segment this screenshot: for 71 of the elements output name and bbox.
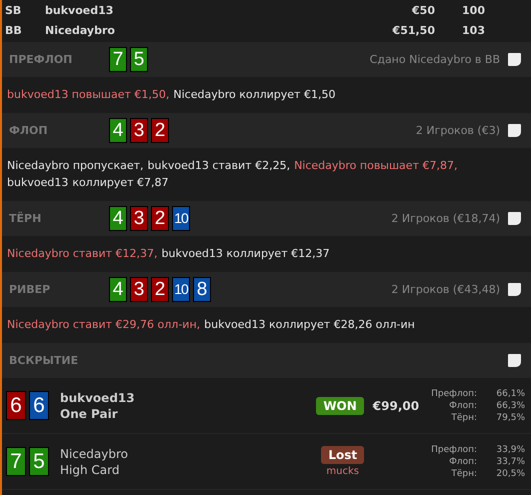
note-icon[interactable] — [508, 53, 521, 66]
action-text: коллирует €7,87 — [72, 175, 169, 191]
hand-rank: One Pair — [60, 406, 119, 422]
playing-card: 2 — [151, 118, 169, 143]
action-text: Nicedaybro пропускает, — [7, 158, 144, 174]
playing-card: 2 — [151, 277, 169, 302]
action-text: bukvoed13 коллирует €28,26 олл-ин — [204, 317, 415, 333]
action-text: Nicedaybro повышает €7,87, — [294, 158, 458, 174]
playing-card: 7 — [109, 47, 127, 72]
player-name: Nicedaybro — [60, 446, 129, 462]
street-title: ФЛОП — [9, 124, 49, 137]
player-name: Nicedaybro — [45, 24, 116, 36]
street-title: ВСКРЫТИЕ — [9, 354, 80, 367]
equity-street: Префлоп: — [431, 444, 477, 456]
player-big-blinds: 100 — [461, 4, 485, 16]
playing-card: 5 — [29, 447, 49, 476]
note-icon[interactable] — [508, 283, 521, 296]
equity-street: Тёрн: — [450, 468, 477, 480]
action-text: bukvoed13 коллирует €12,37 — [162, 246, 330, 262]
playing-card: 4 — [109, 277, 127, 302]
street-title: РИВЕР — [9, 283, 52, 296]
player-position: SB — [5, 4, 22, 16]
player-position: BB — [5, 24, 23, 36]
action-text: bukvoed13 ставит €2,25, — [148, 158, 290, 174]
playing-card: 6 — [6, 391, 26, 420]
equity-value: 66,3% — [495, 400, 525, 412]
playing-card: 10 — [172, 206, 190, 231]
muck-note: mucks — [326, 466, 359, 477]
street-title: ТЁРН — [9, 212, 42, 225]
playing-card: 8 — [193, 277, 211, 302]
playing-card: 4 — [109, 206, 127, 231]
street-info: 2 Игроков (€43,48) — [391, 283, 500, 296]
note-icon[interactable] — [508, 212, 521, 225]
player-stack: €50 — [410, 4, 435, 16]
action-text: bukvoed13 повышает €1,50, — [7, 87, 170, 103]
equity-street: Флоп: — [448, 456, 477, 468]
player-stack: €51,50 — [391, 24, 435, 36]
street-info: Сдано Nicedaybro в BB — [370, 53, 500, 66]
action-text: Nicedaybro ставит €29,76 олл-ин, — [7, 317, 200, 333]
street-info: 2 Игроков (€18,74) — [391, 212, 500, 225]
equity-value: 79,5% — [495, 412, 525, 424]
playing-card: 4 — [109, 118, 127, 143]
note-icon[interactable] — [508, 354, 521, 367]
playing-card: 5 — [130, 47, 148, 72]
action-text: Nicedaybro ставит €12,37, — [7, 246, 158, 262]
playing-card: 3 — [130, 277, 148, 302]
equity-value: 66,1% — [495, 388, 525, 400]
playing-card: 7 — [6, 447, 26, 476]
player-name: bukvoed13 — [60, 390, 136, 406]
equity-value: 33,7% — [495, 456, 525, 468]
win-amount: €99,00 — [372, 398, 420, 412]
player-name: bukvoed13 — [45, 4, 114, 16]
equity-street: Префлоп: — [431, 388, 477, 400]
result-badge: Lost — [321, 446, 364, 464]
playing-card: 3 — [130, 206, 148, 231]
street-title: ПРЕФЛОП — [9, 53, 74, 66]
street-info: 2 Игроков (€3) — [416, 124, 500, 137]
equity-street: Флоп: — [448, 400, 477, 412]
playing-card: 10 — [172, 277, 190, 302]
player-big-blinds: 103 — [461, 24, 485, 36]
playing-card: 2 — [151, 206, 169, 231]
action-text: Nicedaybro коллирует €1,50 — [173, 87, 336, 103]
result-badge: WON — [316, 396, 364, 414]
equity-value: 33,9% — [495, 444, 525, 456]
action-text: bukvoed13 — [7, 175, 68, 191]
playing-card: 6 — [29, 391, 49, 420]
hand-rank: High Card — [60, 462, 120, 478]
equity-value: 20,5% — [495, 468, 525, 480]
equity-street: Тёрн: — [450, 412, 477, 424]
note-icon[interactable] — [508, 124, 521, 137]
playing-card: 3 — [130, 118, 148, 143]
